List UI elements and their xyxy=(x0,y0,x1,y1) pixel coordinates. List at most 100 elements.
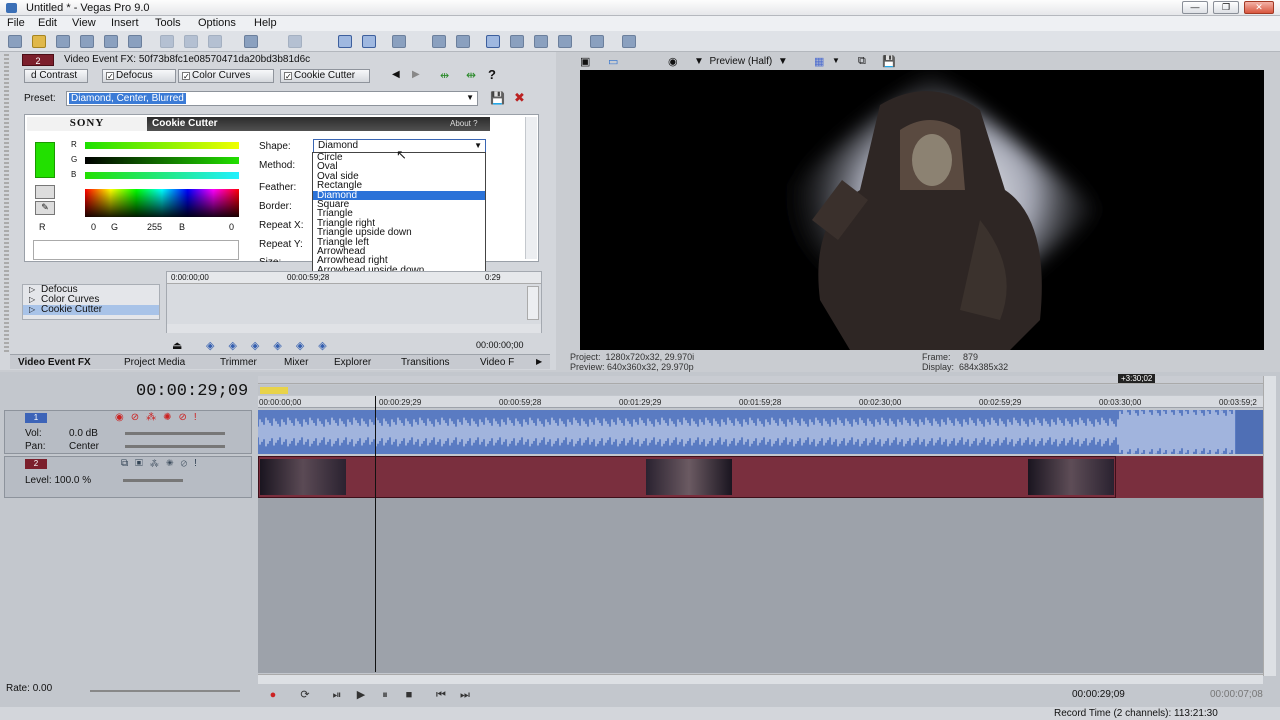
preview-fx-icon[interactable]: ◉ xyxy=(668,55,678,68)
checkbox-icon[interactable]: ✓ xyxy=(182,72,190,81)
chain-list-item[interactable]: Cookie Cutter xyxy=(23,305,159,315)
save-icon[interactable] xyxy=(56,35,70,48)
checkbox-icon[interactable]: ✓ xyxy=(106,72,114,81)
save-as-icon[interactable] xyxy=(80,35,94,48)
preset-value[interactable]: Diamond, Center, Blurred xyxy=(69,93,186,104)
pause-icon[interactable]: ⏸ xyxy=(376,688,394,702)
copy-icon[interactable] xyxy=(184,35,198,48)
video-track-lane[interactable] xyxy=(258,456,1263,498)
track-buttons[interactable]: ⧉▣⁂✺⊘! xyxy=(121,458,204,469)
undo-icon[interactable] xyxy=(244,35,258,48)
chevron-down-icon[interactable]: ▼ xyxy=(832,56,840,65)
menu-file[interactable]: File xyxy=(7,17,25,29)
menu-options[interactable]: Options xyxy=(198,17,236,29)
properties-icon[interactable] xyxy=(128,35,142,48)
vol-slider[interactable] xyxy=(125,432,225,435)
pan-slider[interactable] xyxy=(125,445,225,448)
save-preset-icon[interactable]: 💾 xyxy=(490,91,505,105)
ignore-grouping-icon[interactable] xyxy=(456,35,470,48)
color-picker-icon[interactable] xyxy=(35,185,55,199)
open-icon[interactable] xyxy=(32,35,46,48)
redo-icon[interactable] xyxy=(288,35,302,48)
color-swatch[interactable] xyxy=(35,142,55,178)
lock-envelopes-icon[interactable] xyxy=(432,35,446,48)
timeline-ruler[interactable]: 00:00:00;00 00:00:29;29 00:00:59;28 00:01:2… xyxy=(258,396,1263,408)
online-icon[interactable] xyxy=(590,35,604,48)
loop-region-bar[interactable] xyxy=(258,385,1263,395)
track-buttons[interactable]: ◉⊘⁂✺⊘! xyxy=(115,412,204,423)
save-snapshot-icon[interactable]: 💾 xyxy=(882,55,896,68)
preset-combo[interactable]: Diamond, Center, Blurred ▼ xyxy=(66,91,478,106)
playhead-cursor[interactable] xyxy=(375,396,376,672)
plugin-scrollbar[interactable] xyxy=(525,117,537,259)
green-slider[interactable] xyxy=(85,157,239,164)
remove-plugin-icon[interactable]: ⇹ xyxy=(466,68,476,82)
zoom-tool-icon[interactable] xyxy=(558,35,572,48)
timeline-vscrollbar[interactable] xyxy=(1263,376,1276,676)
marker-bar[interactable] xyxy=(258,376,1263,384)
track-header-video[interactable]: 2 ⧉▣⁂✺⊘! Level: 100.0 % xyxy=(4,456,252,498)
checkbox-icon[interactable]: ✓ xyxy=(284,72,292,81)
delete-preset-icon[interactable]: ✖ xyxy=(514,90,525,106)
copy-snapshot-icon[interactable]: ⧉ xyxy=(858,55,866,68)
external-monitor-icon[interactable]: ▭ xyxy=(608,55,618,68)
normal-edit-tool-icon[interactable] xyxy=(486,35,500,48)
play-from-start-icon[interactable]: ⏯ xyxy=(328,688,346,702)
red-slider[interactable] xyxy=(85,142,239,149)
kf-scrollbar[interactable] xyxy=(527,286,539,320)
tab-trimmer[interactable]: Trimmer xyxy=(220,357,257,368)
track-header-audio[interactable]: 1 ◉⊘⁂✺⊘! Vol: 0.0 dB Pan: Center xyxy=(4,410,252,454)
dock-grip[interactable] xyxy=(4,54,9,354)
whats-this-icon[interactable] xyxy=(622,35,636,48)
menu-edit[interactable]: Edit xyxy=(38,17,57,29)
sync-cursor-icon[interactable]: ⏏ xyxy=(172,339,182,352)
go-to-start-icon[interactable]: ⏮ xyxy=(432,688,450,702)
audio-track-lane[interactable] xyxy=(257,406,1263,458)
tab-video-event-fx[interactable]: Video Event FX xyxy=(18,357,91,368)
tab-project-media[interactable]: Project Media xyxy=(124,357,185,368)
r-value[interactable]: 0 xyxy=(91,222,96,232)
menu-view[interactable]: View xyxy=(72,17,96,29)
b-value[interactable]: 0 xyxy=(229,222,234,232)
record-icon[interactable]: ● xyxy=(264,688,282,702)
chain-next-icon[interactable]: ▶ xyxy=(412,69,420,80)
snap-icon[interactable] xyxy=(338,35,352,48)
selection-tool-icon[interactable] xyxy=(534,35,548,48)
chain-contrast[interactable]: d Contrast xyxy=(24,69,88,83)
tab-video-fx[interactable]: Video F xyxy=(480,357,516,368)
timeline-empty-area[interactable] xyxy=(258,498,1263,673)
tabs-scroll-icon[interactable]: ▶ xyxy=(536,357,542,366)
about-button[interactable]: About ? xyxy=(450,117,478,131)
chain-cookie-cutter[interactable]: ✓ Cookie Cutter xyxy=(280,69,370,83)
menu-insert[interactable]: Insert xyxy=(111,17,139,29)
play-icon[interactable]: ▶ xyxy=(352,688,370,702)
level-slider[interactable] xyxy=(123,479,183,482)
render-icon[interactable] xyxy=(104,35,118,48)
shape-dropdown-list[interactable]: Circle Oval Oval side Rectangle Diamond Squar… xyxy=(312,152,486,287)
blue-slider[interactable] xyxy=(85,172,239,179)
menu-tools[interactable]: Tools xyxy=(155,17,181,29)
color-spectrum[interactable] xyxy=(85,189,239,217)
maximize-button[interactable]: ❐ xyxy=(1213,1,1239,14)
preview-quality-combo[interactable]: ▼ Preview (Half) ▼ xyxy=(694,56,788,67)
chain-color-curves[interactable]: ✓ Color Curves xyxy=(178,69,274,83)
auto-crossfade-icon[interactable] xyxy=(362,35,376,48)
keyframe-nav-icons[interactable]: ◈◈◈◈◈◈ xyxy=(206,339,341,352)
loop-playback-icon[interactable]: ⟳ xyxy=(296,688,314,702)
stop-icon[interactable]: ■ xyxy=(400,688,418,702)
paste-icon[interactable] xyxy=(208,35,222,48)
kf-hscrollbar[interactable] xyxy=(167,324,541,333)
timeline-hscrollbar[interactable] xyxy=(258,674,1263,684)
rate-slider[interactable] xyxy=(90,690,240,692)
plugin-chain-icon[interactable]: ⇹ xyxy=(440,69,449,82)
loop-region[interactable] xyxy=(260,387,288,394)
tab-transitions[interactable]: Transitions xyxy=(401,357,450,368)
ripple-icon[interactable] xyxy=(392,35,406,48)
minimize-button[interactable]: — xyxy=(1182,1,1208,14)
g-value[interactable]: 255 xyxy=(147,222,162,232)
tab-explorer[interactable]: Explorer xyxy=(334,357,371,368)
help-icon[interactable]: ? xyxy=(488,67,496,82)
close-button[interactable]: ✕ xyxy=(1244,1,1274,14)
overlays-icon[interactable]: ▦ xyxy=(814,55,824,68)
menu-help[interactable]: Help xyxy=(254,17,277,29)
